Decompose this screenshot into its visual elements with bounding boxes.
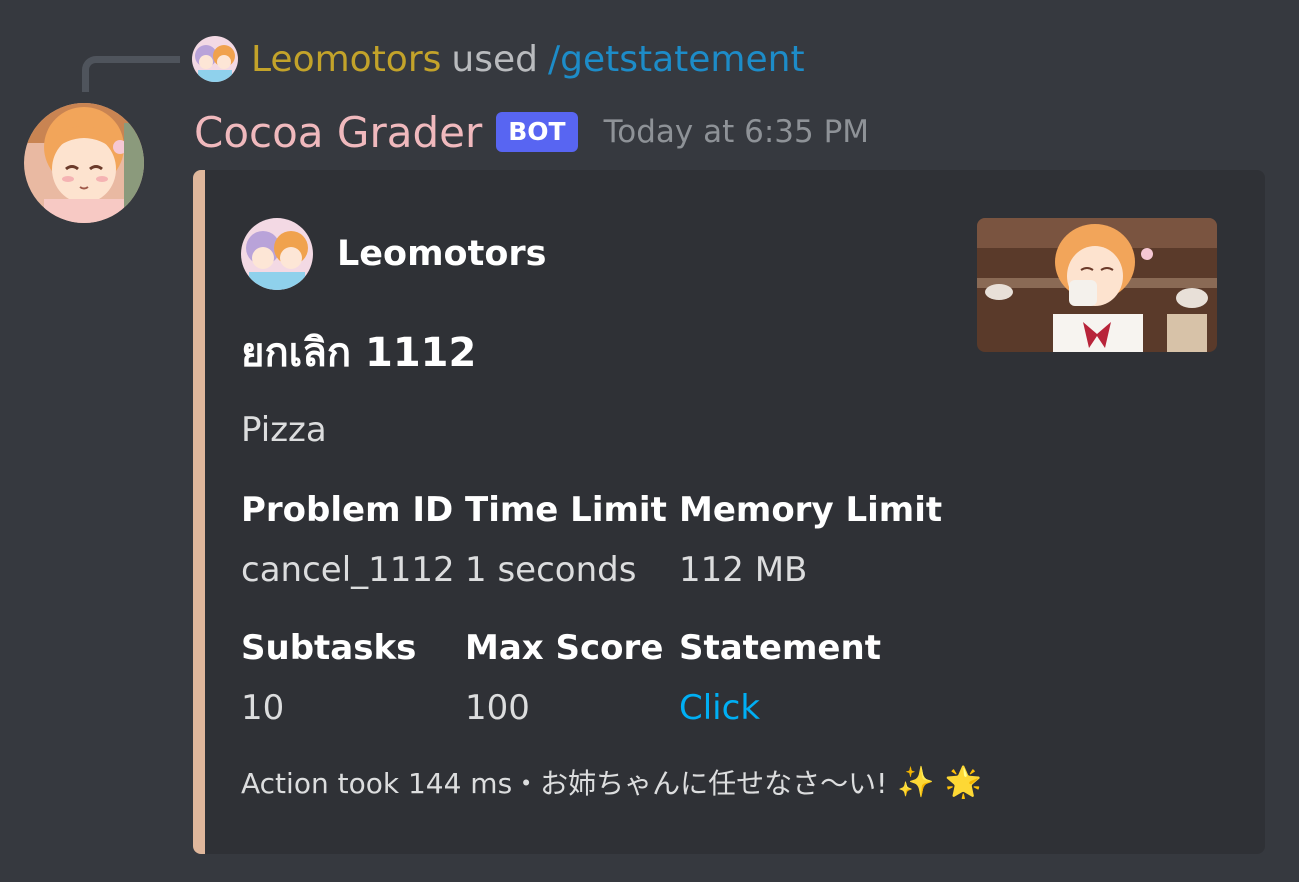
field-name: Memory Limit (679, 490, 943, 530)
field-name: Max Score (465, 628, 664, 668)
bot-badge: BOT (496, 112, 578, 152)
author-name[interactable]: Cocoa Grader (194, 108, 482, 157)
embed-card: Leomotors ยกเลิก 1112 Pizza Problem ID c… (193, 170, 1265, 854)
field-memory-limit: Memory Limit 112 MB (679, 488, 942, 592)
message-header: Cocoa Grader BOT Today at 6:35 PM (194, 104, 869, 160)
bot-avatar-icon[interactable] (24, 103, 144, 223)
field-name: Time Limit (465, 490, 667, 530)
field-name: Subtasks (241, 628, 417, 668)
field-time-limit: Time Limit 1 seconds (465, 488, 667, 592)
statement-link[interactable]: Click (679, 686, 881, 730)
field-subtasks: Subtasks 10 (241, 626, 416, 730)
slash-command-link[interactable]: /getstatement (548, 39, 805, 80)
field-name: Problem ID (241, 490, 454, 530)
embed-thumbnail[interactable] (977, 218, 1217, 352)
embed-author: Leomotors (241, 218, 546, 290)
reply-used-text: used (451, 38, 538, 80)
field-statement: Statement Click (679, 626, 881, 730)
embed-author-name: Leomotors (337, 234, 547, 274)
field-value: 10 (241, 688, 285, 728)
reply-username[interactable]: Leomotors (251, 39, 441, 80)
embed-author-avatar-icon (241, 218, 313, 290)
embed-title: ยกเลิก 1112 (241, 330, 477, 376)
reply-connector (82, 56, 180, 92)
field-value: 112 MB (679, 550, 808, 590)
reply-avatar-icon[interactable] (192, 36, 238, 82)
field-value: 1 seconds (465, 550, 637, 590)
discord-message: Leomotors used /getstatement Cocoa Grade… (0, 0, 1299, 882)
sparkles-icon: ✨ (897, 764, 935, 800)
field-problem-id: Problem ID cancel_1112 (241, 488, 455, 592)
glowing-star-icon: 🌟 (944, 764, 983, 800)
embed-footer: Action took 144 ms・お姉ちゃんに任せなさ〜い! ✨ 🌟 (241, 762, 982, 802)
reply-context[interactable]: Leomotors used /getstatement (192, 34, 805, 84)
field-name: Statement (679, 628, 881, 668)
field-value: cancel_1112 (241, 550, 455, 590)
field-value: 100 (465, 688, 530, 728)
field-max-score: Max Score 100 (465, 626, 663, 730)
embed-description: Pizza (241, 410, 327, 450)
footer-text: Action took 144 ms・お姉ちゃんに任せなさ〜い! (241, 767, 888, 800)
message-timestamp[interactable]: Today at 6:35 PM (604, 114, 869, 150)
